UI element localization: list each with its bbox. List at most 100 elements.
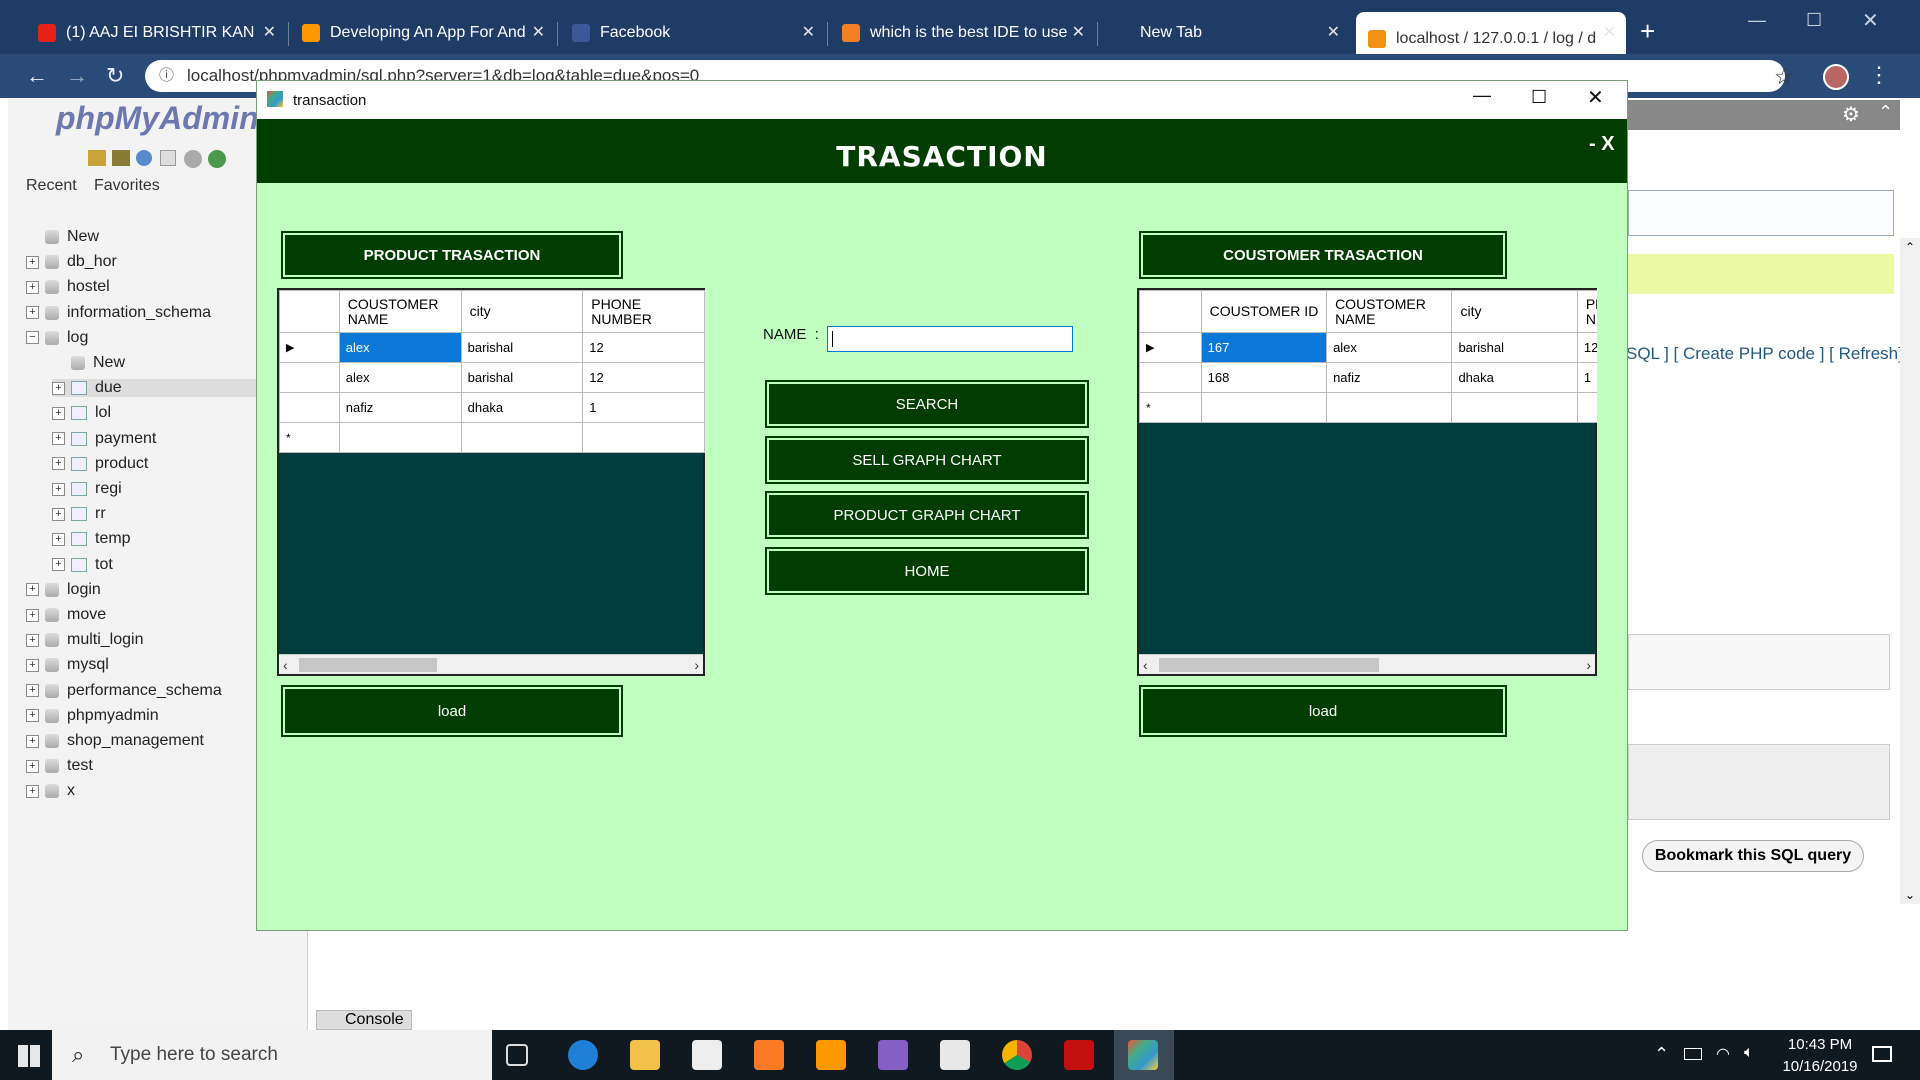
taskbar-search-box[interactable]: ⌕ Type here to search: [52, 1030, 492, 1080]
expand-icon[interactable]: +: [52, 482, 65, 496]
new-tab-button[interactable]: +: [1640, 16, 1655, 47]
expand-icon[interactable]: +: [26, 734, 39, 748]
table-cell[interactable]: 168: [1200, 362, 1328, 393]
windows-start-icon[interactable]: [18, 1045, 40, 1067]
expand-icon[interactable]: +: [26, 583, 39, 597]
collapse-icon[interactable]: −: [26, 331, 39, 345]
expand-icon[interactable]: +: [26, 306, 39, 320]
tree-item[interactable]: + login: [26, 581, 101, 599]
mail-icon[interactable]: [692, 1040, 722, 1070]
reload-icon[interactable]: ↻: [106, 63, 124, 89]
pma-reload-icon[interactable]: [208, 150, 226, 168]
pma-db-icon[interactable]: [112, 150, 130, 166]
table-row[interactable]: 168 nafiz dhaka 1: [1139, 362, 1597, 393]
pma-docs-icon[interactable]: [160, 150, 176, 166]
volume-icon[interactable]: 🔈︎: [1744, 1044, 1754, 1062]
table-cell[interactable]: 12: [582, 362, 705, 393]
column-header[interactable]: PH N: [1576, 290, 1597, 333]
expand-icon[interactable]: +: [52, 406, 65, 420]
tree-item[interactable]: + shop_management: [26, 732, 204, 750]
tree-item[interactable]: + rr: [52, 505, 106, 523]
tab-close-icon[interactable]: ✕: [263, 22, 276, 42]
pma-settings-icon[interactable]: [184, 150, 202, 168]
column-header[interactable]: city: [1451, 290, 1578, 333]
acrobat-icon[interactable]: [1064, 1040, 1094, 1070]
tree-item[interactable]: New: [52, 354, 125, 372]
bookmark-sql-button[interactable]: Bookmark this SQL query: [1642, 840, 1864, 872]
column-header[interactable]: PHONE NUMBER: [582, 290, 705, 333]
window-maximize-button[interactable]: ☐: [1806, 10, 1822, 31]
table-cell[interactable]: barishal: [460, 362, 584, 393]
window-minimize-button[interactable]: —: [1748, 10, 1766, 31]
table-cell[interactable]: [1326, 392, 1453, 423]
expand-icon[interactable]: +: [26, 759, 39, 773]
row-selector[interactable]: [279, 362, 340, 393]
search-button[interactable]: SEARCH: [765, 380, 1089, 428]
chrome-icon[interactable]: [1002, 1040, 1032, 1070]
row-selector[interactable]: ▶: [279, 332, 340, 363]
tab-close-icon[interactable]: ✕: [1603, 22, 1616, 42]
expand-icon[interactable]: +: [26, 658, 39, 672]
task-view-icon[interactable]: [506, 1044, 528, 1066]
product-graph-chart-button[interactable]: PRODUCT GRAPH CHART: [765, 491, 1089, 539]
edge-icon[interactable]: [568, 1040, 598, 1070]
name-input[interactable]: [827, 326, 1073, 352]
transaction-app-icon[interactable]: [1128, 1040, 1158, 1070]
expand-icon[interactable]: +: [52, 558, 65, 572]
pma-home-icon[interactable]: [88, 150, 106, 166]
expand-icon[interactable]: +: [26, 255, 39, 269]
expand-icon[interactable]: +: [52, 507, 65, 521]
tree-item[interactable]: + test: [26, 757, 93, 775]
table-cell[interactable]: [1576, 392, 1597, 423]
row-selector[interactable]: [279, 392, 340, 423]
avatar[interactable]: [1823, 64, 1849, 90]
customer-grid-scrollbar[interactable]: ‹ ›: [1139, 654, 1595, 674]
store-icon[interactable]: [940, 1040, 970, 1070]
expand-icon[interactable]: +: [26, 709, 39, 723]
table-row[interactable]: ▶ 167 alex barishal 12: [1139, 332, 1597, 363]
bookmark-star-icon[interactable]: ☆: [1774, 64, 1794, 90]
tree-item[interactable]: + temp: [52, 530, 131, 548]
window-close-button[interactable]: ✕: [1862, 8, 1879, 33]
table-cell[interactable]: nafiz: [1326, 362, 1453, 393]
tree-item[interactable]: + hostel: [26, 278, 110, 296]
scroll-up-icon[interactable]: ⌃: [1905, 240, 1915, 254]
column-header[interactable]: COUSTOMER NAME: [338, 290, 462, 333]
scroll-left-icon[interactable]: ‹: [283, 655, 288, 675]
pma-tab-recent[interactable]: Recent: [26, 177, 77, 195]
table-cell[interactable]: 12: [582, 332, 705, 363]
table-cell[interactable]: alex: [338, 362, 462, 393]
header-close-controls[interactable]: - X: [1589, 133, 1615, 156]
row-selector[interactable]: ▶: [1139, 332, 1202, 363]
table-cell[interactable]: barishal: [460, 332, 584, 363]
back-icon[interactable]: ←: [26, 63, 48, 89]
pma-settings-gear-icon[interactable]: ⚙: [1842, 102, 1860, 127]
scroll-thumb[interactable]: [1159, 658, 1379, 672]
customer-grid[interactable]: COUSTOMER IDCOUSTOMER NAMEcityPH N▶167al…: [1137, 288, 1597, 676]
expand-icon[interactable]: +: [26, 633, 39, 647]
file-explorer-icon[interactable]: [630, 1040, 660, 1070]
tab-close-icon[interactable]: ✕: [1072, 22, 1085, 42]
notifications-icon[interactable]: [1872, 1046, 1892, 1062]
tree-item[interactable]: + move: [26, 606, 106, 624]
table-cell[interactable]: dhaka: [460, 392, 584, 423]
scroll-right-icon[interactable]: ›: [694, 655, 699, 675]
tree-item[interactable]: + due: [52, 379, 282, 398]
tree-item[interactable]: + tot: [52, 556, 113, 574]
forward-icon[interactable]: →: [66, 63, 88, 89]
tab-close-icon[interactable]: ✕: [532, 22, 545, 42]
product-load-button[interactable]: load: [281, 685, 623, 737]
expand-icon[interactable]: +: [26, 784, 39, 798]
table-row[interactable]: ▶ alex barishal 12: [279, 332, 705, 363]
table-cell[interactable]: nafiz: [338, 392, 462, 423]
expand-icon[interactable]: +: [26, 280, 39, 294]
tree-item[interactable]: + db_hor: [26, 253, 117, 271]
expand-icon[interactable]: +: [26, 608, 39, 622]
xampp-icon[interactable]: [754, 1040, 784, 1070]
scroll-thumb[interactable]: [299, 658, 437, 672]
table-cell[interactable]: dhaka: [1451, 362, 1578, 393]
pma-scrollbar[interactable]: [1900, 238, 1920, 904]
clock-date[interactable]: 10/16/2019: [1772, 1058, 1868, 1075]
expand-icon[interactable]: +: [52, 532, 65, 546]
browser-tab[interactable]: which is the best IDE to use ✕: [830, 12, 1095, 54]
